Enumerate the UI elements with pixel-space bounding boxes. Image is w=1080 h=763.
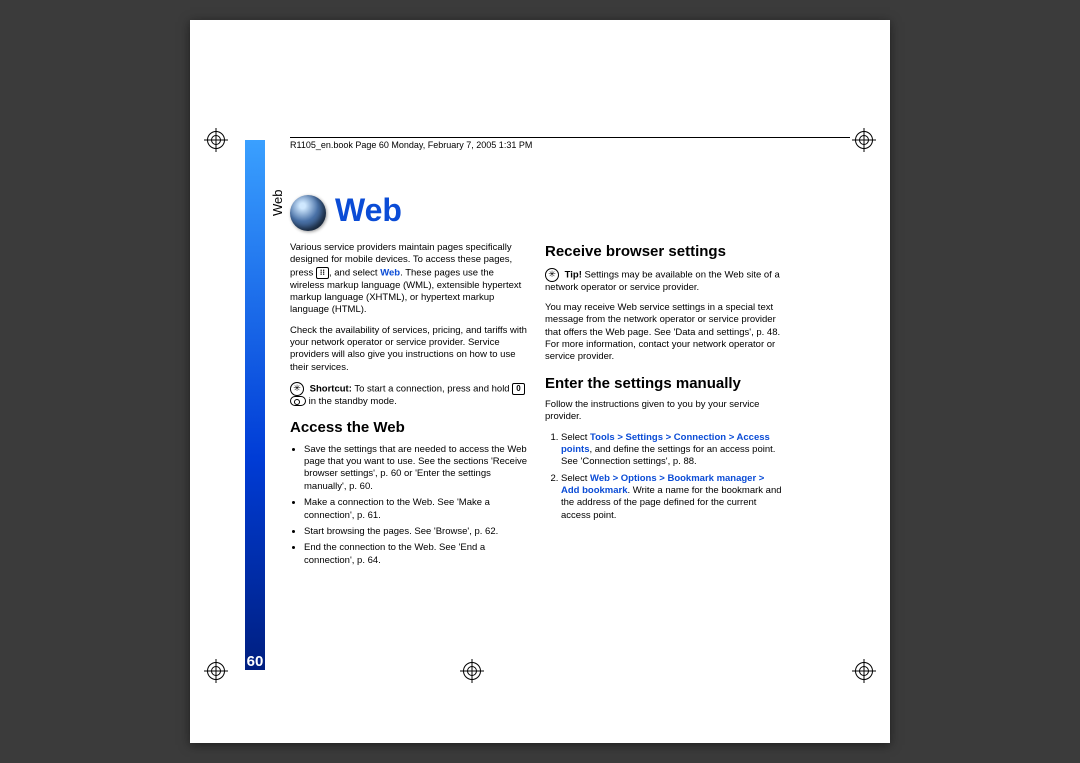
heading-receive-browser-settings: Receive browser settings [545,242,785,262]
web-link: Web [380,267,400,278]
tip-icon [545,268,559,282]
registration-mark-icon [852,659,876,683]
document-page: R1105_en.book Page 60 Monday, February 7… [190,20,890,743]
enter-intro-paragraph: Follow the instructions given to you by … [545,399,785,424]
list-item: Save the settings that are needed to acc… [304,444,530,493]
heading-enter-settings-manually: Enter the settings manually [545,374,785,394]
shortcut-label: Shortcut: [310,383,352,394]
list-item: Select Web > Options > Bookmark manager … [561,473,785,522]
call-key-icon [290,396,306,406]
side-section-label: Web [270,190,285,217]
tip-icon [290,382,304,396]
receive-paragraph: You may receive Web service settings in … [545,302,785,364]
manual-steps-list: Select Tools > Settings > Connection > A… [545,432,785,522]
registration-mark-icon [204,659,228,683]
header-text: R1105_en.book Page 60 Monday, February 7… [290,140,532,150]
menu-key-icon: ⁝⁝ [316,267,329,279]
tip-label: Tip! [565,269,582,280]
list-item: Select Tools > Settings > Connection > A… [561,432,785,469]
header-rule [290,137,850,138]
shortcut-note: Shortcut: To start a connection, press a… [290,382,530,408]
access-steps-list: Save the settings that are needed to acc… [290,444,530,567]
zero-key-icon: 0 [512,383,524,395]
list-item: Start browsing the pages. See 'Browse', … [304,526,530,538]
registration-mark-icon [460,659,484,683]
intro-paragraph: Various service providers maintain pages… [290,242,530,317]
availability-paragraph: Check the availability of services, pric… [290,325,530,374]
side-accent-bar [245,140,265,670]
right-column: Receive browser settings Tip! Settings m… [545,242,785,526]
list-item: Make a connection to the Web. See 'Make … [304,497,530,522]
heading-access-the-web: Access the Web [290,418,530,438]
list-item: End the connection to the Web. See 'End … [304,542,530,567]
left-column: Various service providers maintain pages… [290,242,530,571]
globe-icon [290,195,326,231]
page-number: 60 [245,653,265,670]
registration-mark-icon [204,128,228,152]
registration-mark-icon [852,128,876,152]
page-title: Web [335,192,402,229]
tip-note: Tip! Settings may be available on the We… [545,268,785,294]
